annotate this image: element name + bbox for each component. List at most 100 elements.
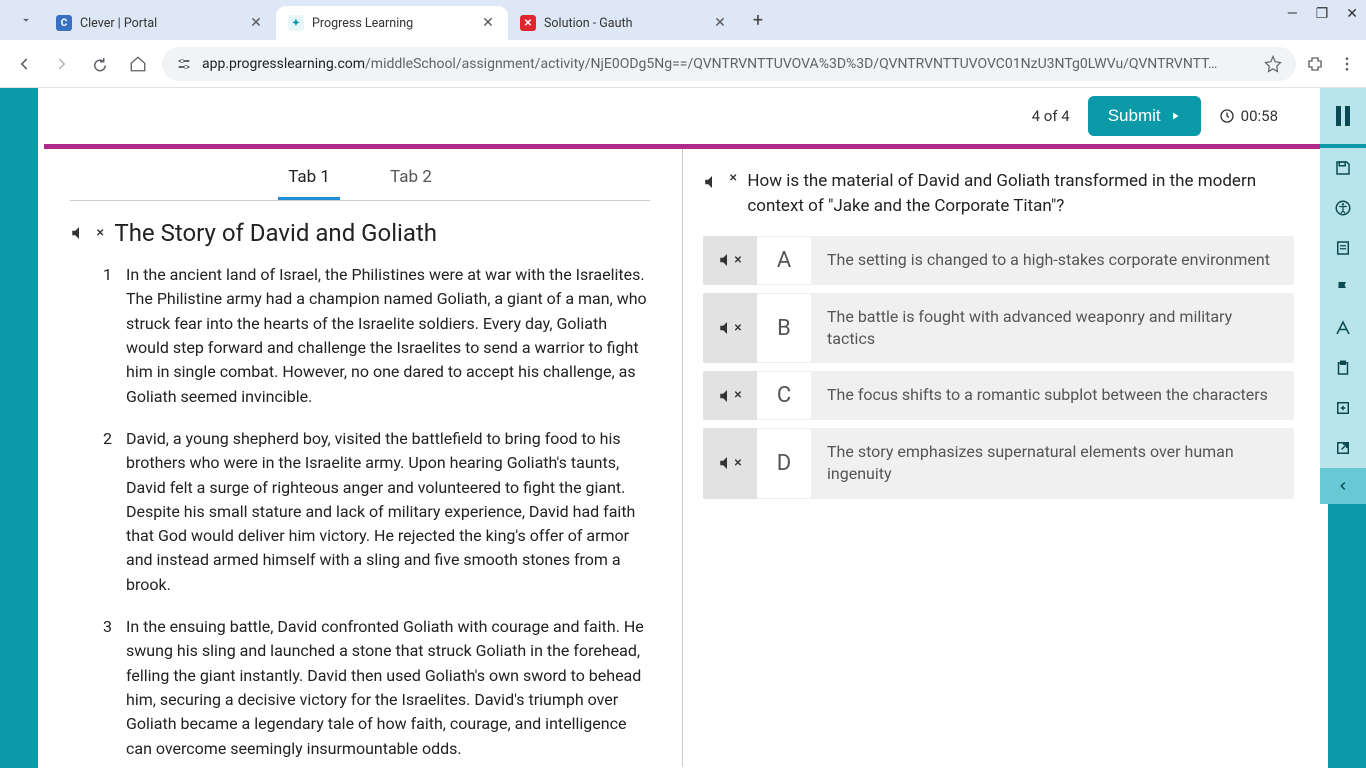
audio-muted-icon[interactable] [703, 173, 721, 191]
submit-button[interactable]: Submit [1088, 96, 1201, 136]
home-icon [129, 55, 147, 73]
home-button[interactable] [124, 50, 152, 78]
browser-toolbar: app.progresslearning.com/middleSchool/as… [0, 40, 1366, 88]
tab-list-dropdown[interactable] [12, 6, 40, 34]
choice-b[interactable]: ✕ B The battle is fought with advanced w… [703, 293, 1294, 364]
chevron-down-icon [19, 13, 33, 27]
choice-letter: D [757, 428, 811, 499]
paragraph-number: 1 [98, 263, 112, 409]
tab-title: Solution - Gauth [544, 16, 706, 31]
choice-text: The battle is fought with advanced weapo… [811, 293, 1294, 364]
paragraph: 3 In the ensuing battle, David confronte… [98, 615, 650, 761]
app-container: 4 of 4 Submit 00:58 Tab 1 Tab 2 [0, 88, 1366, 768]
arrow-left-icon [15, 55, 33, 73]
tab-1[interactable]: Tab 1 [278, 167, 340, 200]
choice-a[interactable]: ✕ A The setting is changed to a high-sta… [703, 236, 1294, 284]
tab-strip: C Clever | Portal ✕ ✦ Progress Learning … [0, 0, 1366, 40]
choice-c[interactable]: ✕ C The focus shifts to a romantic subpl… [703, 371, 1294, 419]
paragraph-number: 2 [98, 427, 112, 597]
play-icon [1169, 109, 1181, 123]
accessibility-icon[interactable] [1320, 188, 1366, 228]
save-icon[interactable] [1320, 148, 1366, 188]
tab-title: Progress Learning [312, 16, 474, 31]
popout-icon[interactable] [1320, 428, 1366, 468]
content-area: 4 of 4 Submit 00:58 Tab 1 Tab 2 [38, 88, 1328, 768]
action-bar: 4 of 4 Submit 00:58 [38, 88, 1328, 144]
muted-x: ✕ [729, 173, 737, 184]
collapse-toolbar-button[interactable] [1320, 468, 1366, 504]
add-note-icon[interactable] [1320, 388, 1366, 428]
answer-choices: ✕ A The setting is changed to a high-sta… [703, 236, 1294, 498]
minimize-icon[interactable]: — [1287, 6, 1298, 22]
chevron-left-icon [1336, 479, 1350, 493]
timer: 00:58 [1219, 107, 1278, 125]
choice-letter: B [757, 293, 811, 364]
paragraph-text: In the ancient land of Israel, the Phili… [126, 263, 650, 409]
tab-title: Clever | Portal [80, 16, 242, 31]
favicon-gauth: ✕ [520, 15, 536, 31]
paragraph-number: 3 [98, 615, 112, 761]
muted-x: ✕ [96, 228, 104, 239]
choice-audio-button[interactable]: ✕ [703, 236, 757, 284]
close-icon[interactable]: ✕ [712, 15, 728, 31]
back-button[interactable] [10, 50, 38, 78]
clock-icon [1219, 108, 1235, 124]
flag-icon[interactable] [1320, 268, 1366, 308]
choice-text: The setting is changed to a high-stakes … [811, 236, 1294, 284]
choice-d[interactable]: ✕ D The story emphasizes supernatural el… [703, 428, 1294, 499]
arrow-right-icon [53, 55, 71, 73]
favicon-clever: C [56, 15, 72, 31]
paragraph-text: In the ensuing battle, David confronted … [126, 615, 650, 761]
kebab-menu-icon[interactable] [1338, 55, 1356, 73]
left-gutter [0, 88, 38, 768]
translate-icon[interactable] [1320, 308, 1366, 348]
browser-tab-clever[interactable]: C Clever | Portal ✕ [44, 6, 276, 40]
address-bar[interactable]: app.progresslearning.com/middleSchool/as… [162, 47, 1296, 81]
choice-letter: C [757, 371, 811, 419]
star-icon[interactable] [1264, 55, 1282, 73]
question-pane: ✕ How is the material of David and Golia… [683, 149, 1328, 767]
choice-text: The story emphasizes supernatural elemen… [811, 428, 1294, 499]
extensions-icon[interactable] [1306, 55, 1324, 73]
paragraph: 2 David, a young shepherd boy, visited t… [98, 427, 650, 597]
choice-audio-button[interactable]: ✕ [703, 293, 757, 364]
forward-button[interactable] [48, 50, 76, 78]
timer-value: 00:58 [1241, 107, 1278, 125]
question-progress: 4 of 4 [1032, 107, 1070, 125]
submit-label: Submit [1108, 106, 1161, 126]
site-settings-icon [176, 56, 192, 72]
restore-icon[interactable]: ❐ [1316, 6, 1329, 22]
story-title: The Story of David and Goliath [114, 219, 437, 247]
choice-audio-button[interactable]: ✕ [703, 371, 757, 419]
url-text: app.progresslearning.com/middleSchool/as… [202, 56, 1254, 72]
close-icon[interactable]: ✕ [248, 15, 264, 31]
paragraph: 1 In the ancient land of Israel, the Phi… [98, 263, 650, 409]
audio-muted-icon[interactable] [70, 224, 88, 242]
toolbar-right-icons [1306, 55, 1356, 73]
browser-tab-gauth[interactable]: ✕ Solution - Gauth ✕ [508, 6, 740, 40]
close-icon[interactable]: ✕ [480, 15, 496, 31]
paragraph-text: David, a young shepherd boy, visited the… [126, 427, 650, 597]
window-controls: — ❐ ✕ [1287, 6, 1358, 22]
browser-tab-progress-learning[interactable]: ✦ Progress Learning ✕ [276, 6, 508, 40]
choice-audio-button[interactable]: ✕ [703, 428, 757, 499]
clipboard-icon[interactable] [1320, 348, 1366, 388]
side-toolbar-inner [1320, 148, 1366, 504]
paragraph-list: 1 In the ancient land of Israel, the Phi… [70, 263, 650, 761]
pause-button[interactable] [1320, 88, 1366, 144]
choice-text: The focus shifts to a romantic subplot b… [811, 371, 1294, 419]
new-tab-button[interactable]: + [744, 6, 772, 34]
close-window-icon[interactable]: ✕ [1346, 6, 1358, 22]
side-toolbar [1320, 88, 1366, 504]
two-pane: Tab 1 Tab 2 ✕ The Story of David and Gol… [38, 149, 1328, 767]
story-header: ✕ The Story of David and Goliath [70, 219, 650, 247]
reload-icon [91, 55, 109, 73]
notes-icon[interactable] [1320, 228, 1366, 268]
tab-2[interactable]: Tab 2 [380, 167, 442, 200]
passage-tabs: Tab 1 Tab 2 [70, 157, 650, 201]
choice-letter: A [757, 236, 811, 284]
pause-icon [1336, 106, 1350, 126]
browser-chrome: C Clever | Portal ✕ ✦ Progress Learning … [0, 0, 1366, 88]
reload-button[interactable] [86, 50, 114, 78]
question-row: ✕ How is the material of David and Golia… [703, 169, 1294, 218]
